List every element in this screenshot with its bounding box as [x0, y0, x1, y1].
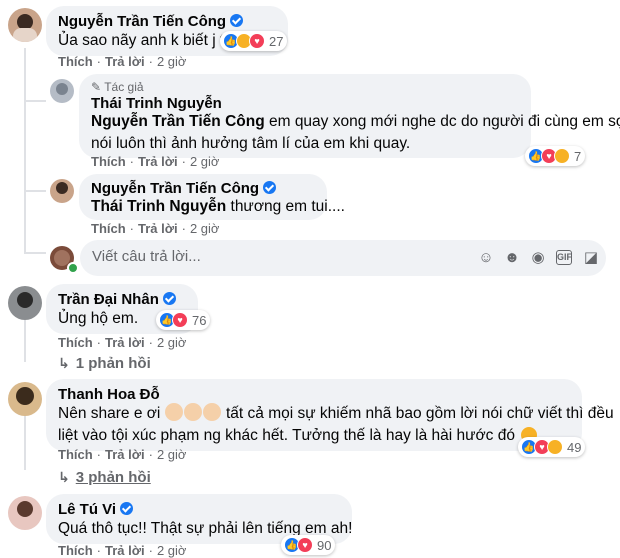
care-icon — [554, 148, 570, 164]
reaction-summary[interactable]: 👍 ♥ 49 — [518, 437, 586, 457]
comment-actions: Thích · Trả lời · 2 giờ — [58, 335, 187, 350]
love-icon: ♥ — [172, 312, 188, 328]
like-button[interactable]: Thích — [58, 54, 93, 69]
author-name[interactable]: Thái Trinh Nguyễn — [91, 95, 222, 112]
avatar[interactable] — [8, 8, 42, 42]
like-button[interactable]: Thích — [58, 447, 93, 462]
reply-button[interactable]: Trả lời — [138, 221, 178, 236]
reaction-summary[interactable]: 👍 ♥ 7 — [525, 146, 586, 166]
comment-text: Thái Trinh Nguyễn thương em tui.... — [91, 198, 345, 215]
timestamp[interactable]: 2 giờ — [157, 335, 187, 350]
avatar[interactable] — [8, 496, 42, 530]
verified-icon — [162, 292, 176, 305]
verified-icon — [120, 502, 134, 515]
timestamp[interactable]: 2 giờ — [190, 221, 220, 236]
emoji-icon[interactable]: ☺ — [478, 250, 494, 266]
reply-button[interactable]: Trả lời — [105, 335, 145, 350]
comment-text: Nguyễn Trần Tiến Công em quay xong mới n… — [91, 113, 620, 152]
reaction-count: 27 — [269, 33, 284, 49]
reaction-count: 49 — [567, 439, 582, 455]
timestamp[interactable]: 2 giờ — [157, 54, 187, 69]
timestamp[interactable]: 2 giờ — [190, 154, 220, 169]
clap-emoji-icon — [183, 403, 202, 421]
reaction-count: 90 — [317, 537, 332, 553]
avatar[interactable] — [8, 286, 42, 320]
camera-icon[interactable]: ◉ — [530, 250, 546, 266]
comment-text: Ủa sao nãy anh k biết j ta — [58, 32, 233, 49]
mention-link[interactable]: Nguyễn Trần Tiến Công — [91, 113, 265, 130]
author-badge: Tác giả — [104, 80, 144, 94]
like-button[interactable]: Thích — [91, 154, 126, 169]
thread-line — [24, 252, 46, 254]
reply-button[interactable]: Trả lời — [105, 447, 145, 462]
gif-icon[interactable]: GIF — [556, 250, 572, 265]
online-indicator — [67, 262, 79, 274]
comment-actions: Thích · Trả lời · 2 giờ — [91, 221, 220, 236]
love-icon: ♥ — [249, 33, 265, 49]
comment-bubble: Nguyễn Trần Tiến Công Thái Trinh Nguyễn … — [79, 174, 345, 220]
avatar[interactable] — [8, 382, 42, 416]
reply-button[interactable]: Trả lời — [105, 543, 145, 558]
love-icon: ♥ — [297, 537, 313, 553]
view-replies-link[interactable]: ↳ 1 phản hồi — [58, 355, 151, 372]
thread-line — [24, 416, 26, 470]
sticker-icon[interactable]: ◪ — [583, 250, 599, 266]
reply-input-box[interactable]: ☺ ☻ ◉ GIF ◪ — [80, 240, 606, 276]
reply-button[interactable]: Trả lời — [105, 54, 145, 69]
verified-icon — [230, 14, 244, 27]
verified-icon — [263, 181, 277, 194]
timestamp[interactable]: 2 giờ — [157, 543, 187, 558]
comment-text: Ủng hộ em. — [58, 310, 139, 327]
like-button[interactable]: Thích — [58, 543, 93, 558]
comment-actions: Thích · Trả lời · 2 giờ — [58, 447, 187, 462]
author-name[interactable]: Thanh Hoa Đỗ — [58, 386, 160, 403]
author-name[interactable]: Lê Tú Vi — [58, 501, 116, 518]
thread-line — [24, 48, 26, 253]
author-badge-icon: ✎ — [91, 80, 102, 94]
thread-line — [24, 320, 26, 362]
like-button[interactable]: Thích — [58, 335, 93, 350]
author-name[interactable]: Trần Đại Nhân — [58, 291, 159, 308]
comment-actions: Thích · Trả lời · 2 giờ — [58, 54, 187, 69]
reaction-count: 76 — [192, 312, 207, 328]
thread-line — [24, 100, 46, 102]
view-replies-link[interactable]: ↳ 3 phản hồi — [58, 469, 151, 486]
reply-arrow-icon: ↳ — [58, 469, 70, 485]
reply-button[interactable]: Trả lời — [138, 154, 178, 169]
emoji-alt-icon[interactable]: ☻ — [504, 250, 520, 266]
like-button[interactable]: Thích — [91, 221, 126, 236]
avatar[interactable] — [50, 79, 74, 103]
author-name[interactable]: Nguyễn Trần Tiến Công — [91, 180, 259, 197]
clap-emoji-icon — [202, 403, 221, 421]
mention-link[interactable]: Thái Trinh Nguyễn — [91, 198, 226, 215]
care-icon — [547, 439, 563, 455]
comment-bubble: ✎ Tác giả Thái Trinh Nguyễn Nguyễn Trần … — [79, 74, 620, 158]
author-name[interactable]: Nguyễn Trần Tiến Công — [58, 13, 226, 30]
reaction-summary[interactable]: 👍 ♥ 90 — [281, 535, 336, 555]
reply-input[interactable] — [92, 248, 452, 265]
timestamp[interactable]: 2 giờ — [157, 447, 187, 462]
comment-actions: Thích · Trả lời · 2 giờ — [91, 154, 220, 169]
avatar[interactable] — [50, 179, 74, 203]
reaction-summary[interactable]: 👍 ♥ 76 — [156, 310, 211, 330]
thread-line — [24, 190, 46, 192]
comment-actions: Thích · Trả lời · 2 giờ — [58, 543, 187, 558]
comment-bubble: Thanh Hoa Đỗ Nên share e ơi tất cả mọi s… — [46, 379, 614, 451]
reaction-count: 7 — [574, 148, 582, 164]
reaction-summary[interactable]: 👍 ♥ 27 — [220, 31, 288, 51]
clap-emoji-icon — [164, 403, 183, 421]
reply-arrow-icon: ↳ — [58, 355, 70, 371]
